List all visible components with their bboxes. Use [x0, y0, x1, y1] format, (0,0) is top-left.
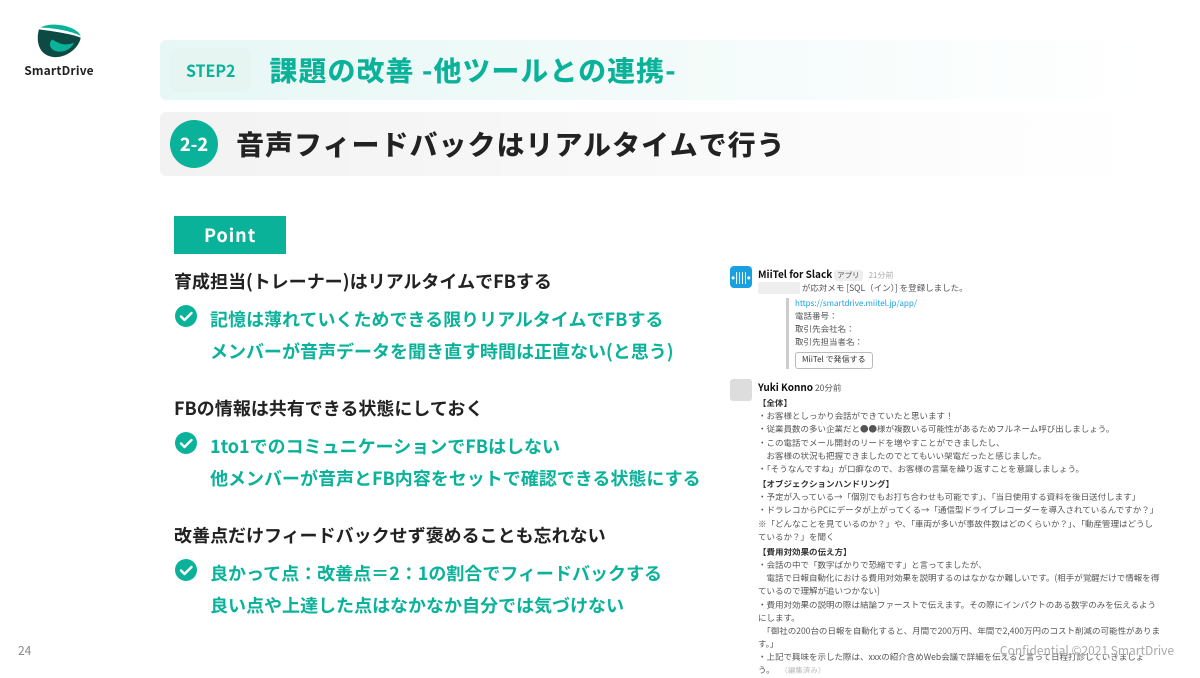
point-block: 育成担当(トレーナー)はリアルタイムでFBする 記憶は薄れていくためできる限りリ…	[174, 268, 714, 367]
notice-text: が応対メモ [SQL（イン）] を登録しました。	[802, 282, 968, 294]
page-number: 24	[18, 642, 31, 659]
step-pill: STEP2	[170, 48, 251, 92]
section-title: 【費用対効果の伝え方】	[758, 546, 1160, 559]
section-subtitle: 音声フィードバックはリアルタイムで行う	[236, 124, 786, 164]
fb-line: ・ドラレコからPCにデータが上がってくる→「通信型ドライブレコーダーを導入されて…	[758, 504, 1160, 517]
point-line: 他メンバーが音声とFB内容をセットで確認できる状態にする	[210, 463, 714, 495]
header-bar-1: STEP2 課題の改善 -他ツールとの連携-	[160, 40, 1150, 100]
app-name: MiiTel for Slack	[758, 266, 832, 281]
fb-line: ・従業員数の多い企業だと●●様が複数いる可能性があるためフルネーム呼び出しましょ…	[758, 423, 1160, 436]
point-line: 良かって点：改善点＝2：1の割合でフィードバックする	[210, 558, 714, 590]
fb-line: ・この電話でメール開封のリードを増やすことができましたし、	[758, 437, 1160, 450]
fb-line: ・予定が入っている→「個別でもお打ち合わせも可能です」、「当日使用する資料を後日…	[758, 491, 1160, 504]
app-time: 21分前	[869, 270, 894, 281]
fb-line: ・お客様としっかり会話ができていたと思います！	[758, 410, 1160, 423]
user-time: 20分前	[815, 382, 841, 394]
field-label: 取引先担当者名：	[795, 336, 1160, 349]
point-label: Point	[174, 216, 286, 254]
app-url: https://smartdrive.miitel.jp/app/	[795, 298, 1160, 310]
fb-line: お客様の状況も把握できましたのでとてもいい架電だったと感じました。	[758, 450, 1160, 463]
field-label: 電話番号：	[795, 310, 1160, 323]
user-avatar	[730, 379, 752, 401]
fb-line: 電話で日報自動化における費用対効果を説明するのはなかなか難しいです。(相手が覚醒…	[758, 572, 1160, 598]
copyright: Confidential ©2021 SmartDrive	[1000, 642, 1174, 659]
check-icon	[174, 304, 202, 332]
section-number-badge: 2-2	[170, 120, 218, 168]
app-tag: アプリ	[834, 270, 863, 281]
brand-name: SmartDrive	[14, 62, 104, 79]
smartdrive-icon	[34, 22, 84, 60]
block-lead: 育成担当(トレーナー)はリアルタイムでFBする	[174, 268, 714, 294]
fb-line: ・費用対効果の説明の際は結論ファーストで伝えます。その際にインパクトのある数字の…	[758, 599, 1160, 625]
fb-line: ・会話の中で「数字ばかりで恐縮です」と言ってましたが、	[758, 559, 1160, 572]
fb-line: ※「どんなことを見ているのか？」や、「車両が多いが事故件数はどのくらいか？」、「…	[758, 518, 1160, 544]
point-line: 記憶は薄れていくためできる限りリアルタイムでFBする	[210, 304, 714, 336]
point-block: 改善点だけフィードバックせず褒めることも忘れない 良かって点：改善点＝2：1の割…	[174, 522, 714, 621]
point-line: メンバーが音声データを聞き直す時間は正直ない(と思う)	[210, 336, 714, 368]
check-icon	[174, 558, 202, 586]
miitel-call-button[interactable]: MiiTel で発信する	[795, 352, 873, 368]
field-label: 取引先会社名：	[795, 323, 1160, 336]
section-title: 【全体】	[758, 397, 1160, 410]
header-bar-2: 2-2 音声フィードバックはリアルタイムで行う	[160, 112, 1150, 176]
section-title: 【オブジェクションハンドリング】	[758, 478, 1160, 491]
block-lead: 改善点だけフィードバックせず褒めることも忘れない	[174, 522, 714, 548]
points-area: 育成担当(トレーナー)はリアルタイムでFBする 記憶は薄れていくためできる限りリ…	[174, 268, 714, 649]
slack-mock: •||||• MiiTel for Slack アプリ 21分前 が応対メモ […	[730, 266, 1160, 678]
page-title: 課題の改善 -他ツールとの連携-	[269, 50, 676, 90]
miitel-app-icon: •||||•	[730, 266, 752, 288]
brand-logo: SmartDrive	[14, 22, 104, 79]
point-block: FBの情報は共有できる状態にしておく 1to1でのコミュニケーションでFBはしな…	[174, 395, 714, 494]
user-name: Yuki Konno	[758, 379, 813, 394]
block-lead: FBの情報は共有できる状態にしておく	[174, 395, 714, 421]
edited-tag: （編集済み）	[780, 665, 825, 676]
point-line: 良い点や上達した点はなかなか自分では気づけない	[210, 590, 714, 622]
fb-line: ・「そうなんですね」が口癖なので、お客様の言葉を繰り返すことを意識しましょう。	[758, 463, 1160, 476]
check-icon	[174, 431, 202, 459]
point-line: 1to1でのコミュニケーションでFBはしない	[210, 431, 714, 463]
